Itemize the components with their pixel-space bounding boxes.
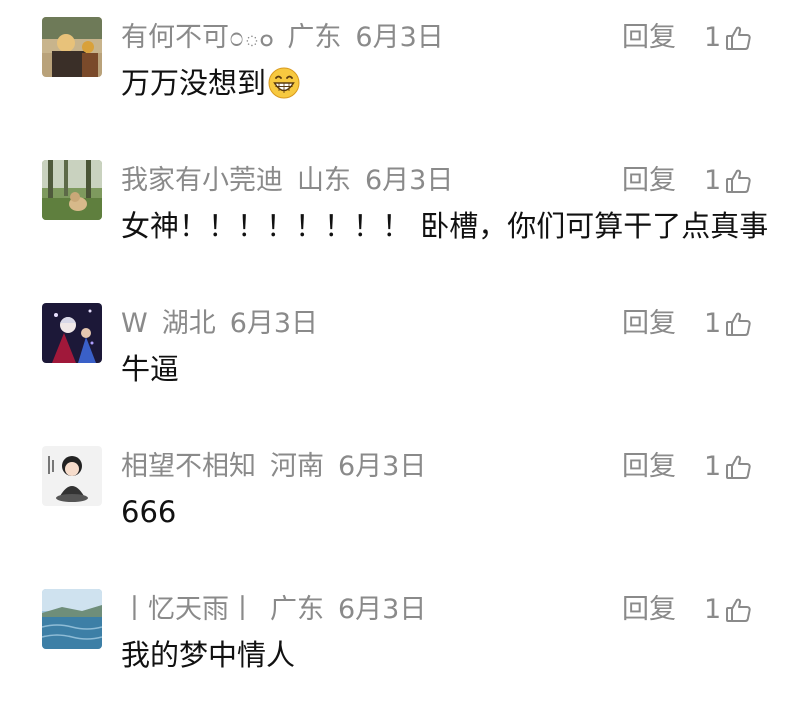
like-count: 1 [704,165,722,196]
reply-button[interactable]: 回复 [622,306,676,342]
comment-text: 女神！！！！！！！！ 卧槽，你们可算干了点真事 [121,206,768,246]
reply-button[interactable]: 回复 [622,592,676,628]
comment-body: 女神！！！！！！！！ 卧槽，你们可算干了点真事 [121,209,769,243]
comment-body: 牛逼 [121,352,180,386]
like-count: 1 [704,308,722,339]
comment-meta: 丨忆天雨丨 广东 6月3日 [121,592,440,628]
date: 6月3日 [338,594,427,625]
username[interactable]: 有何不可೦ం [121,22,273,53]
thumbs-up-icon [724,167,752,195]
comment-body: 666 [121,495,177,529]
like-count: 1 [704,22,722,53]
comment-text: 万万没想到 [121,63,300,103]
location: 广东 [270,594,324,625]
comment-meta: 相望不相知 河南 6月3日 [121,449,440,485]
grinning-face-emoji [268,67,300,99]
like-count: 1 [704,451,722,482]
like-button[interactable]: 1 [704,20,752,56]
avatar[interactable] [42,446,102,506]
comment-text: 我的梦中情人 [121,635,295,675]
date: 6月3日 [365,165,454,196]
date: 6月3日 [355,22,444,53]
username[interactable]: 相望不相知 [121,451,256,482]
thumbs-up-icon [724,596,752,624]
thumbs-up-icon [724,310,752,338]
avatar[interactable] [42,589,102,649]
like-button[interactable]: 1 [704,449,752,485]
comment-text: 牛逼 [121,349,179,389]
like-button[interactable]: 1 [704,163,752,199]
username[interactable]: W [121,308,148,339]
date: 6月3日 [338,451,427,482]
thumbs-up-icon [724,24,752,52]
username[interactable]: 我家有小莞迪 [121,165,283,196]
like-count: 1 [704,594,722,625]
reply-button[interactable]: 回复 [622,20,676,56]
location: 湖北 [161,308,216,339]
like-button[interactable]: 1 [704,306,752,342]
location: 广东 [287,22,342,53]
comment-meta: 有何不可೦ం 广东 6月3日 [121,20,458,56]
comment-meta: 我家有小莞迪 山东 6月3日 [121,163,467,199]
reply-button[interactable]: 回复 [622,449,676,485]
reply-button[interactable]: 回复 [622,163,676,199]
avatar[interactable] [42,303,102,363]
thumbs-up-icon [724,453,752,481]
comment-item: 我家有小莞迪 山东 6月3日 回复 1 女神！！！！！！！！ 卧槽，你们可算干了点真… [0,143,800,285]
comment-item: W 湖北 6月3日 回复 1 牛逼 [0,286,800,428]
date: 6月3日 [229,308,319,339]
avatar[interactable] [42,17,102,77]
username[interactable]: 丨忆天雨丨 [121,594,256,625]
comment-item: 相望不相知 河南 6月3日 回复 1 666 [0,429,800,571]
comment-meta: W 湖北 6月3日 [121,306,332,342]
location: 山东 [297,165,351,196]
comment-text: 666 [121,492,176,532]
comment-body: 我的梦中情人 [121,638,296,672]
like-button[interactable]: 1 [704,592,752,628]
comment-item: 丨忆天雨丨 广东 6月3日 回复 1 我的梦中情人 [0,572,800,714]
comment-item: 有何不可೦ం 广东 6月3日 回复 1 万万没想到 [0,0,800,142]
comment-body: 万万没想到 [121,66,267,100]
location: 河南 [270,451,324,482]
avatar[interactable] [42,160,102,220]
